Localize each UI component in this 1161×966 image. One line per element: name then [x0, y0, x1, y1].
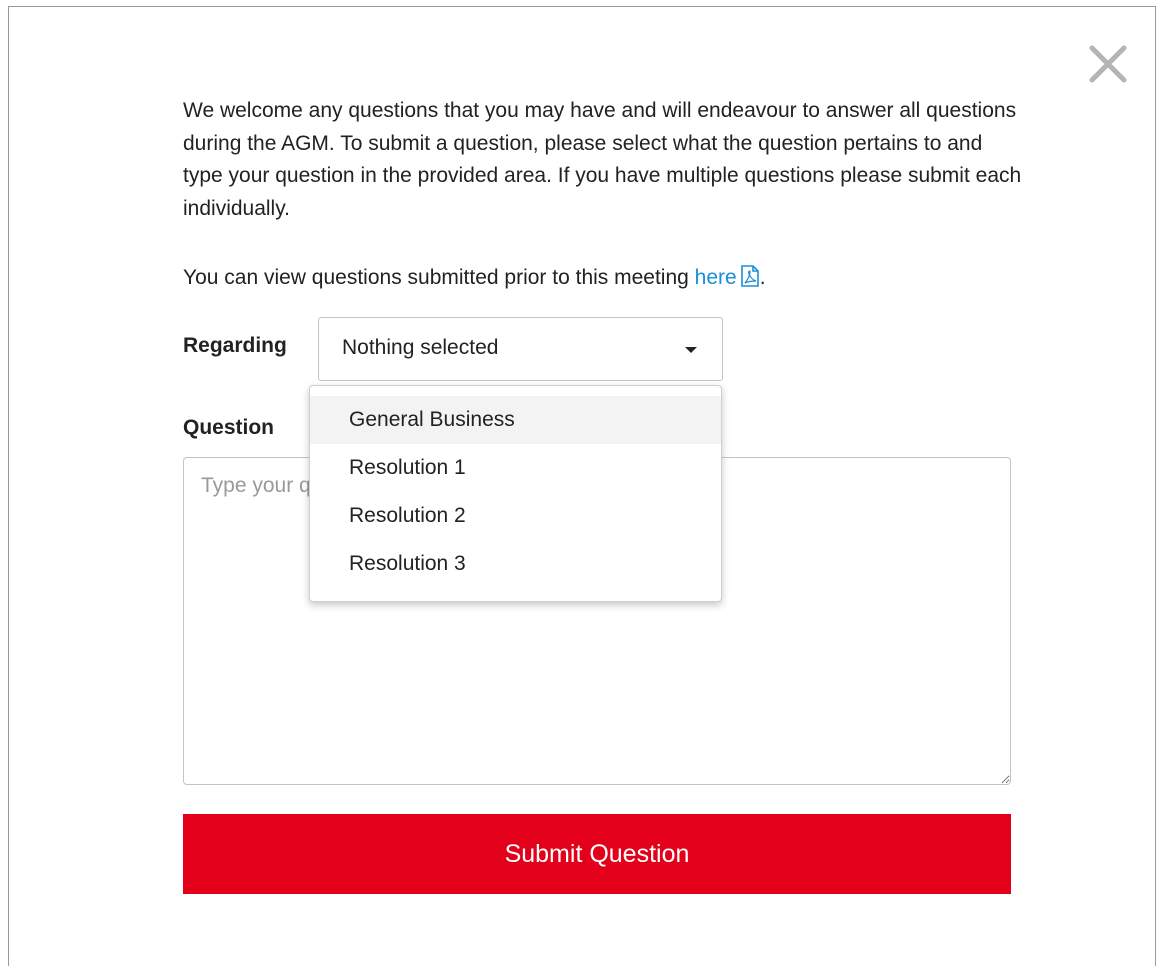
pdf-icon — [740, 265, 759, 287]
prior-questions-text: You can view questions submitted prior t… — [183, 266, 695, 289]
dropdown-option[interactable]: General Business — [310, 396, 721, 444]
dropdown-option[interactable]: Resolution 2 — [310, 492, 721, 540]
regarding-selected-value: Nothing selected — [342, 336, 499, 359]
caret-down-icon — [685, 347, 697, 353]
prior-questions-suffix: . — [759, 266, 766, 289]
question-modal: We welcome any questions that you may ha… — [8, 6, 1156, 966]
intro-text: We welcome any questions that you may ha… — [183, 99, 1022, 220]
regarding-dropdown-menu: General Business Resolution 1 Resolution… — [309, 385, 722, 602]
prior-questions-line: You can view questions submitted prior t… — [183, 263, 766, 292]
close-button[interactable] — [1087, 43, 1129, 85]
regarding-select[interactable]: Nothing selected — [318, 317, 723, 381]
submit-question-button[interactable]: Submit Question — [183, 814, 1011, 894]
prior-questions-link[interactable]: here — [694, 265, 760, 289]
prior-questions-link-label: here — [694, 266, 737, 289]
close-icon — [1089, 45, 1127, 83]
dropdown-option[interactable]: Resolution 3 — [310, 540, 721, 588]
question-label: Question — [183, 416, 275, 439]
dropdown-option[interactable]: Resolution 1 — [310, 444, 721, 492]
regarding-label: Regarding — [183, 334, 287, 357]
